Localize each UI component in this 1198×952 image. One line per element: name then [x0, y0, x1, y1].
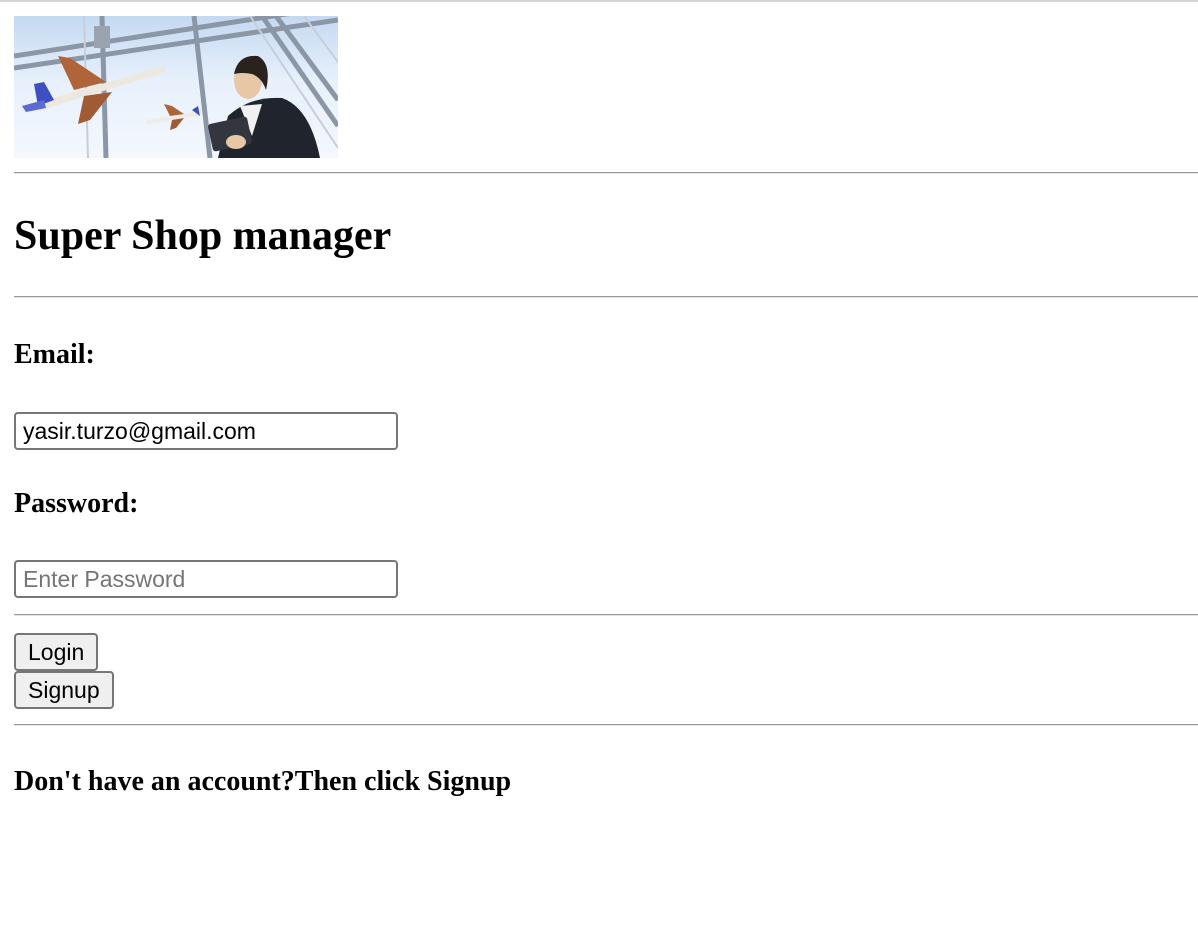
- divider-4: [14, 724, 1198, 726]
- divider-3: [14, 614, 1198, 616]
- login-button[interactable]: Login: [14, 633, 99, 671]
- email-field[interactable]: [14, 412, 398, 450]
- email-label: Email:: [14, 339, 95, 370]
- banner-image: [14, 16, 338, 158]
- signup-hint-text: Don't have an account?Then click Signup: [14, 766, 512, 797]
- password-field[interactable]: [14, 560, 398, 598]
- divider-2: [14, 296, 1198, 298]
- divider-1: [14, 172, 1198, 174]
- signup-button[interactable]: Signup: [14, 671, 114, 709]
- password-label: Password:: [14, 488, 139, 519]
- page-title: Super Shop manager: [14, 213, 392, 259]
- window-top-border: [0, 0, 1198, 2]
